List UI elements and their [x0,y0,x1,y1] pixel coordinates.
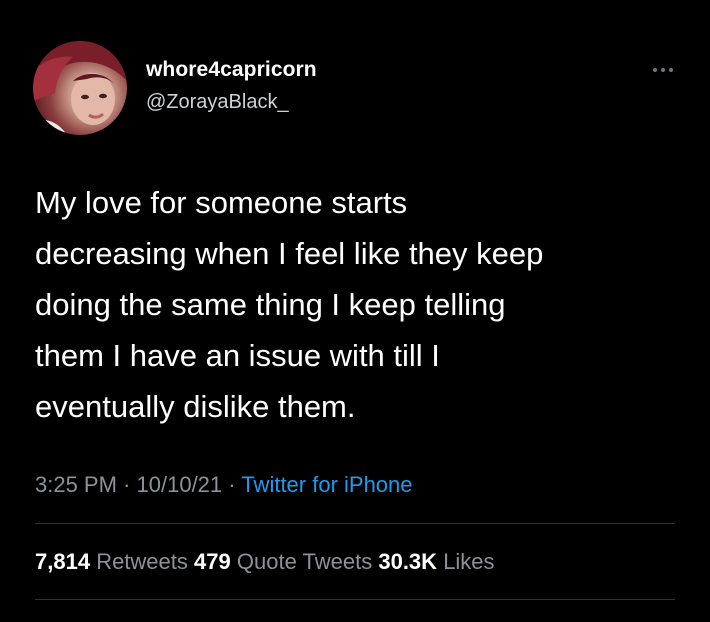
more-horizontal-icon[interactable] [651,62,675,72]
tweet-card: whore4capricorn @ZorayaBlack_ My love fo… [0,0,710,622]
meta-separator: · [228,472,236,497]
avatar-image [33,41,127,135]
quote-tweets-label: Quote Tweets [236,549,373,574]
retweets-stat[interactable]: 7,814 Retweets [35,549,188,574]
user-handle[interactable]: @ZorayaBlack_ [146,91,289,114]
retweets-label: Retweets [96,549,188,574]
divider [35,599,675,600]
tweet-source-link[interactable]: Twitter for iPhone [241,472,412,497]
quote-tweets-stat[interactable]: 479 Quote Tweets [194,549,372,574]
likes-stat[interactable]: 30.3K Likes [378,549,494,574]
tweet-date[interactable]: 10/10/21 [137,472,223,497]
likes-label: Likes [443,549,495,574]
display-name[interactable]: whore4capricorn [146,58,317,82]
likes-count: 30.3K [378,549,438,574]
quote-tweets-count: 479 [194,549,231,574]
tweet-stats: 7,814 Retweets 479 Quote Tweets 30.3K Li… [35,549,495,575]
divider [35,523,675,524]
tweet-text: My love for someone starts decreasing wh… [35,185,544,424]
avatar[interactable] [33,41,127,135]
tweet-time[interactable]: 3:25 PM [35,472,117,497]
meta-separator: · [123,472,131,497]
tweet-meta: 3:25 PM · 10/10/21 · Twitter for iPhone [35,472,413,498]
retweets-count: 7,814 [35,549,91,574]
